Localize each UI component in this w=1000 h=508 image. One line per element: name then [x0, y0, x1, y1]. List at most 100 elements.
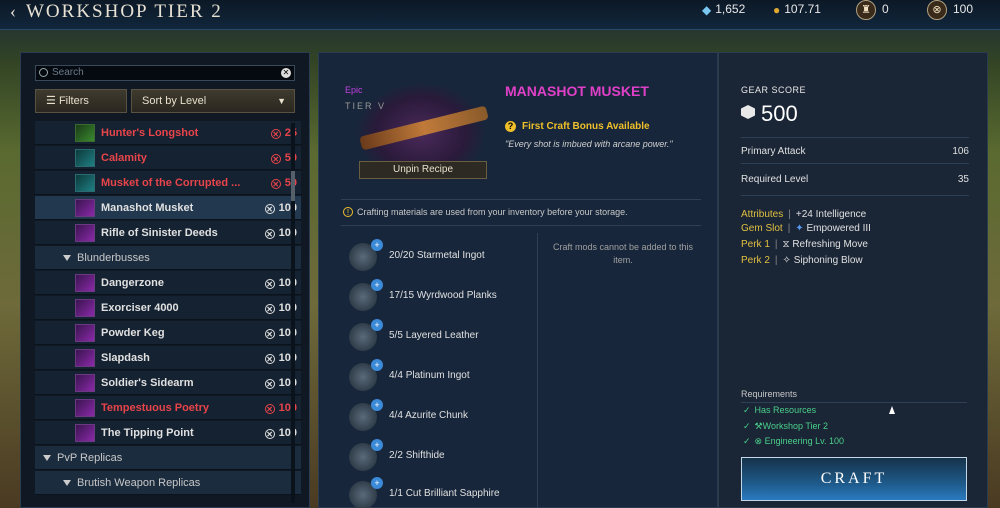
category-blunderbusses[interactable]: Blunderbusses — [35, 246, 301, 270]
recipe-row-selected[interactable]: Manashot Musket ✕ 100 — [35, 196, 301, 220]
coin-counter: ● 107.71 — [773, 2, 821, 17]
coin-stack-icon: ● — [773, 2, 781, 17]
item-flavor-text: "Every shot is imbued with arcane power.… — [505, 139, 673, 149]
plus-icon[interactable]: + — [371, 279, 383, 291]
item-thumbnail — [75, 374, 95, 392]
standing-small-icon: ✕ — [264, 229, 275, 239]
recipe-row[interactable]: Musket of the Corrupted ...✕50 — [35, 171, 301, 195]
gear-score-value: 500 — [741, 101, 798, 127]
recipe-row[interactable]: Exorciser 4000 ✕ 100 — [35, 296, 301, 320]
recipe-row[interactable]: Slapdash ✕ 100 — [35, 346, 301, 370]
clear-search-icon[interactable]: ✕ — [281, 68, 291, 78]
sort-dropdown[interactable]: Sort by Level ▼ — [131, 89, 295, 113]
item-tier: TIER V — [345, 101, 387, 111]
recipe-row[interactable]: Dangerzone ✕ 100 — [35, 271, 301, 295]
recipe-row[interactable]: Rifle of Sinister Deeds ✕ 100 — [35, 221, 301, 245]
recipe-row[interactable]: The Tipping Point ✕ 100 — [35, 421, 301, 445]
divider — [741, 137, 969, 138]
chevron-down-icon: ▼ — [277, 96, 286, 106]
recipe-row[interactable]: Soldier's Sidearm ✕ 100 — [35, 371, 301, 395]
item-thumbnail — [75, 149, 95, 167]
standing-small-icon: ✕ — [270, 154, 281, 164]
attributes-row: Attributes | +24 Intelligence — [741, 209, 867, 220]
page-title: ‹ WORKSHOP TIER 2 — [10, 0, 223, 30]
standing-small-icon: ✕ — [270, 129, 281, 139]
recipe-row[interactable]: Tempestuous Poetry ✕ 100 — [35, 396, 301, 420]
divider-vertical — [537, 233, 538, 508]
category-brutish-weapon-replicas[interactable]: Brutish Weapon Replicas — [35, 471, 301, 495]
item-thumbnail — [75, 224, 95, 242]
required-level-row: Required Level 35 — [741, 174, 969, 185]
question-icon[interactable]: ? — [505, 121, 516, 132]
divider — [741, 402, 967, 403]
item-thumbnail — [75, 424, 95, 442]
stats-panel: GEAR SCORE 500 Primary Attack 106 Require… — [718, 52, 988, 508]
divider — [741, 163, 969, 164]
item-thumbnail — [75, 299, 95, 317]
plus-icon[interactable]: + — [371, 239, 383, 251]
item-rarity: Epic — [345, 85, 363, 95]
requirement-resources: ✓ Has Resources — [743, 405, 817, 415]
check-icon: ✓ — [743, 436, 751, 446]
item-thumbnail — [75, 399, 95, 417]
filters-button[interactable]: ☰ Filters — [35, 89, 127, 113]
azoth-counter: ◆ 1,652 — [702, 2, 746, 17]
category-pvp-replicas[interactable]: PvP Replicas — [35, 446, 301, 470]
standing-small-icon: ✕ — [264, 329, 275, 339]
perk-1-row[interactable]: Perk 1 | ⧖ Refreshing Move — [741, 239, 868, 250]
recipe-row[interactable]: Powder Keg ✕ 100 — [35, 321, 301, 345]
faction-counter: ♜ 0 — [856, 0, 889, 22]
plus-icon[interactable]: + — [371, 319, 383, 331]
recipe-list-panel: Search ✕ ☰ Filters Sort by Level ▼ Hunte… — [20, 52, 310, 508]
recipe-row[interactable]: Hunter's Longshot✕25 — [35, 121, 301, 145]
plus-icon[interactable]: + — [371, 477, 383, 489]
standing-small-icon: ✕ — [270, 179, 281, 189]
item-thumbnail — [75, 199, 95, 217]
plus-icon[interactable]: + — [371, 399, 383, 411]
standing-small-icon: ✕ — [264, 354, 275, 364]
search-input[interactable]: Search ✕ — [35, 65, 295, 81]
collapse-triangle-icon — [43, 455, 51, 461]
standing-icon: ⊗ — [927, 0, 947, 20]
divider — [341, 225, 701, 226]
collapse-triangle-icon — [63, 480, 71, 486]
standing-small-icon: ✕ — [264, 304, 275, 314]
materials-note: ! Crafting materials are used from your i… — [343, 207, 628, 217]
requirement-engineering: ✓ ⊗ Engineering Lv. 100 — [743, 436, 845, 446]
standing-small-icon: ✕ — [264, 404, 275, 414]
item-title: MANASHOT MUSKET — [505, 83, 649, 99]
item-thumbnail — [75, 124, 95, 142]
item-thumbnail — [75, 349, 95, 367]
azoth-crystal-icon: ◆ — [702, 2, 712, 17]
recipe-row[interactable]: Calamity✕50 — [35, 146, 301, 170]
gear-score-label: GEAR SCORE — [741, 85, 807, 95]
first-craft-bonus: ? First Craft Bonus Available — [505, 121, 650, 132]
plus-icon[interactable]: + — [371, 359, 383, 371]
engineering-icon: ⊗ — [754, 436, 763, 446]
refreshing-move-icon: ⧖ — [782, 239, 790, 250]
divider — [741, 195, 969, 196]
craft-mods-note: Craft mods cannot be added to this item. — [552, 242, 694, 265]
item-thumbnail — [75, 174, 95, 192]
plus-icon[interactable]: + — [371, 439, 383, 451]
requirement-workshop: ✓ ⚒Workshop Tier 2 — [743, 421, 828, 431]
back-arrow-icon[interactable]: ‹ — [10, 0, 18, 22]
collapse-triangle-icon — [63, 255, 71, 261]
unpin-recipe-button[interactable]: Unpin Recipe — [359, 161, 487, 179]
siphoning-blow-icon: ✧ — [782, 255, 791, 266]
gem-icon: ✦ — [795, 223, 804, 234]
gem-slot-row[interactable]: Gem Slot | ✦ Empowered III — [741, 223, 871, 234]
craft-button[interactable]: CRAFT — [741, 457, 967, 501]
workshop-icon: ⚒ — [754, 421, 763, 431]
page-title-text: WORKSHOP TIER 2 — [26, 1, 223, 22]
standing-counter: ⊗ 100 — [927, 0, 973, 22]
search-icon — [39, 68, 48, 77]
filters-icon: ☰ — [46, 95, 56, 107]
perk-2-row[interactable]: Perk 2 | ✧ Siphoning Blow — [741, 255, 863, 266]
divider — [341, 199, 701, 200]
item-thumbnail — [75, 274, 95, 292]
scrollbar-thumb[interactable] — [291, 171, 295, 201]
scrollbar[interactable] — [291, 123, 295, 503]
faction-token-icon: ♜ — [856, 0, 876, 20]
standing-small-icon: ✕ — [264, 204, 275, 214]
